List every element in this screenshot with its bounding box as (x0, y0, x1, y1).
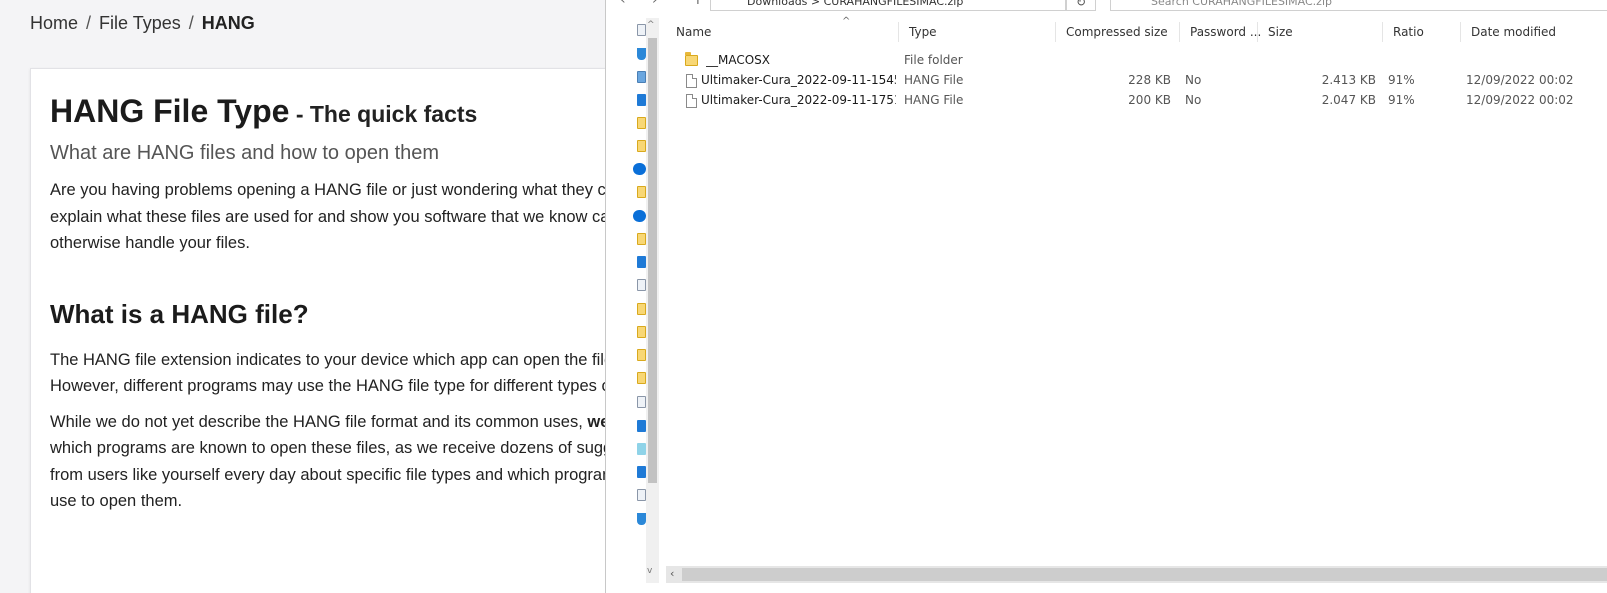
forward-arrow-icon[interactable]: › (652, 0, 658, 8)
folder-icon[interactable] (637, 233, 646, 245)
folder-icon[interactable] (637, 349, 646, 361)
scroll-left-icon[interactable]: ‹ (670, 567, 674, 580)
search-placeholder: Search CURAHANGFILESIMAC.zip (1151, 0, 1332, 8)
folder-icon[interactable] (637, 303, 646, 315)
breadcrumb-current: HANG (201, 13, 255, 33)
onedrive-icon[interactable] (633, 210, 646, 222)
file-list-row[interactable]: Ultimaker-Cura_2022-09-11-175147... HANG… (666, 90, 1607, 110)
column-header-compressed-size[interactable]: Compressed size (1056, 22, 1180, 42)
document-icon[interactable] (637, 489, 646, 501)
intro-paragraph: Are you having problems opening a HANG f… (50, 181, 689, 252)
page-title-extension: HANG (50, 93, 145, 129)
back-arrow-icon[interactable]: ‹ (620, 0, 626, 8)
folder-icon[interactable] (637, 117, 646, 129)
up-arrow-icon[interactable]: ↑ (692, 0, 704, 8)
breadcrumb: Home / File Types / HANG (30, 13, 255, 34)
document-icon[interactable] (637, 279, 646, 291)
download-arrow-icon[interactable] (637, 513, 646, 525)
search-input[interactable]: Search CURAHANGFILESIMAC.zip (1110, 0, 1607, 11)
password-protected: No (1185, 93, 1202, 107)
compressed-size: 228 KB (1128, 73, 1171, 87)
file-size: 2.413 KB (1321, 73, 1376, 87)
file-list-row[interactable]: __MACOSX File folder (666, 50, 1607, 70)
folder-icon (685, 51, 698, 71)
column-header-row: ^ Name Type Compressed size Password ...… (666, 16, 1607, 42)
programs-paragraph: While we do not yet describe the HANG fi… (50, 409, 690, 515)
horizontal-scrollbar-thumb[interactable] (682, 568, 1607, 581)
page-title-rest: File Type (144, 93, 290, 129)
refresh-button[interactable]: ↻ (1066, 0, 1096, 11)
date-modified: 12/09/2022 00:02 (1466, 73, 1574, 87)
file-icon (686, 91, 697, 111)
breadcrumb-separator: / (188, 13, 194, 33)
breadcrumb-file-types-link[interactable]: File Types (99, 13, 181, 33)
refresh-icon: ↻ (1075, 0, 1087, 9)
scrollbar-thumb[interactable] (648, 38, 657, 483)
desktop-icon[interactable] (637, 256, 646, 268)
desktop-icon[interactable] (637, 466, 646, 478)
scroll-up-icon[interactable]: ^ (647, 20, 655, 30)
compressed-size: 200 KB (1128, 93, 1171, 107)
desktop-icon[interactable] (637, 94, 646, 106)
column-header-ratio[interactable]: Ratio (1383, 22, 1461, 42)
file-explorer-window: ‹ › ↑ Downloads > CURAHANGFILESIMAC.zip … (605, 0, 1607, 593)
scroll-down-icon[interactable]: v (647, 566, 652, 576)
folder-icon[interactable] (637, 186, 646, 198)
navigation-pane (606, 18, 649, 583)
document-icon[interactable] (637, 24, 646, 36)
navigation-pane-scrollbar[interactable]: ^ v (646, 18, 659, 583)
file-list-row[interactable]: Ultimaker-Cura_2022-09-11-154517... HANG… (666, 70, 1607, 90)
compression-ratio: 91% (1388, 93, 1415, 107)
file-type: File folder (904, 53, 963, 67)
download-arrow-icon[interactable] (637, 48, 646, 60)
file-name: Ultimaker-Cura_2022-09-11-175147... (701, 93, 896, 107)
date-modified: 12/09/2022 00:02 (1466, 93, 1574, 107)
file-type: HANG File (904, 73, 964, 87)
column-header-date-modified[interactable]: Date modified (1461, 22, 1607, 42)
breadcrumb-separator: / (86, 13, 92, 33)
file-name: __MACOSX (706, 53, 771, 67)
document-icon[interactable] (637, 396, 646, 408)
file-type: HANG File (904, 93, 964, 107)
programs-paragraph-start: While we do not yet describe the HANG fi… (50, 412, 588, 431)
column-header-size[interactable]: Size (1258, 22, 1383, 42)
monitor-icon[interactable] (637, 420, 646, 432)
explorer-toolbar: ‹ › ↑ Downloads > CURAHANGFILESIMAC.zip … (606, 0, 1607, 12)
cloud-icon[interactable] (633, 163, 646, 175)
drive-icon[interactable] (637, 443, 646, 455)
column-header-type[interactable]: Type (899, 22, 1056, 42)
file-icon (686, 71, 697, 91)
page-title-suffix: - The quick facts (289, 101, 478, 127)
address-bar[interactable]: Downloads > CURAHANGFILESIMAC.zip (710, 0, 1066, 11)
folder-icon[interactable] (637, 372, 646, 384)
folder-icon[interactable] (637, 140, 646, 152)
password-protected: No (1185, 73, 1202, 87)
definition-paragraph: The HANG file extension indicates to you… (50, 350, 657, 396)
address-path: Downloads > CURAHANGFILESIMAC.zip (747, 0, 964, 8)
column-header-name[interactable]: Name (666, 22, 899, 42)
compression-ratio: 91% (1388, 73, 1415, 87)
programs-paragraph-end: which programs are known to open these f… (50, 439, 665, 510)
column-header-password[interactable]: Password ... (1180, 22, 1261, 42)
pictures-icon[interactable] (637, 71, 646, 83)
breadcrumb-home-link[interactable]: Home (30, 13, 78, 33)
folder-icon[interactable] (637, 326, 646, 338)
file-size: 2.047 KB (1321, 93, 1376, 107)
file-name: Ultimaker-Cura_2022-09-11-154517... (701, 73, 896, 87)
horizontal-scrollbar[interactable]: ‹ (666, 566, 1607, 583)
